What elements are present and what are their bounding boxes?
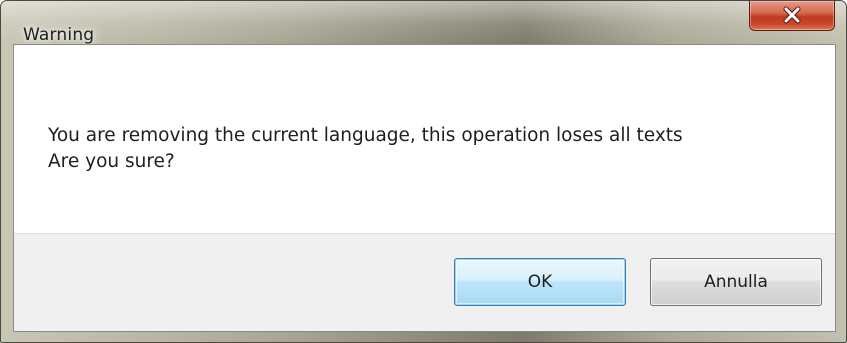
dialog-content: You are removing the current language, t… bbox=[13, 44, 836, 332]
button-bar: OK Annulla bbox=[14, 233, 835, 331]
warning-dialog: Warning You are removing the current lan… bbox=[0, 0, 847, 343]
message-text-line-2: Are you sure? bbox=[48, 151, 175, 172]
close-icon bbox=[750, 3, 834, 27]
message-area: You are removing the current language, t… bbox=[14, 45, 835, 233]
close-button[interactable] bbox=[749, 1, 835, 31]
window-title: Warning bbox=[23, 25, 95, 45]
message-text-line-1: You are removing the current language, t… bbox=[48, 125, 683, 146]
cancel-button[interactable]: Annulla bbox=[650, 258, 822, 306]
title-bar[interactable]: Warning bbox=[1, 1, 846, 45]
ok-button[interactable]: OK bbox=[454, 258, 626, 306]
